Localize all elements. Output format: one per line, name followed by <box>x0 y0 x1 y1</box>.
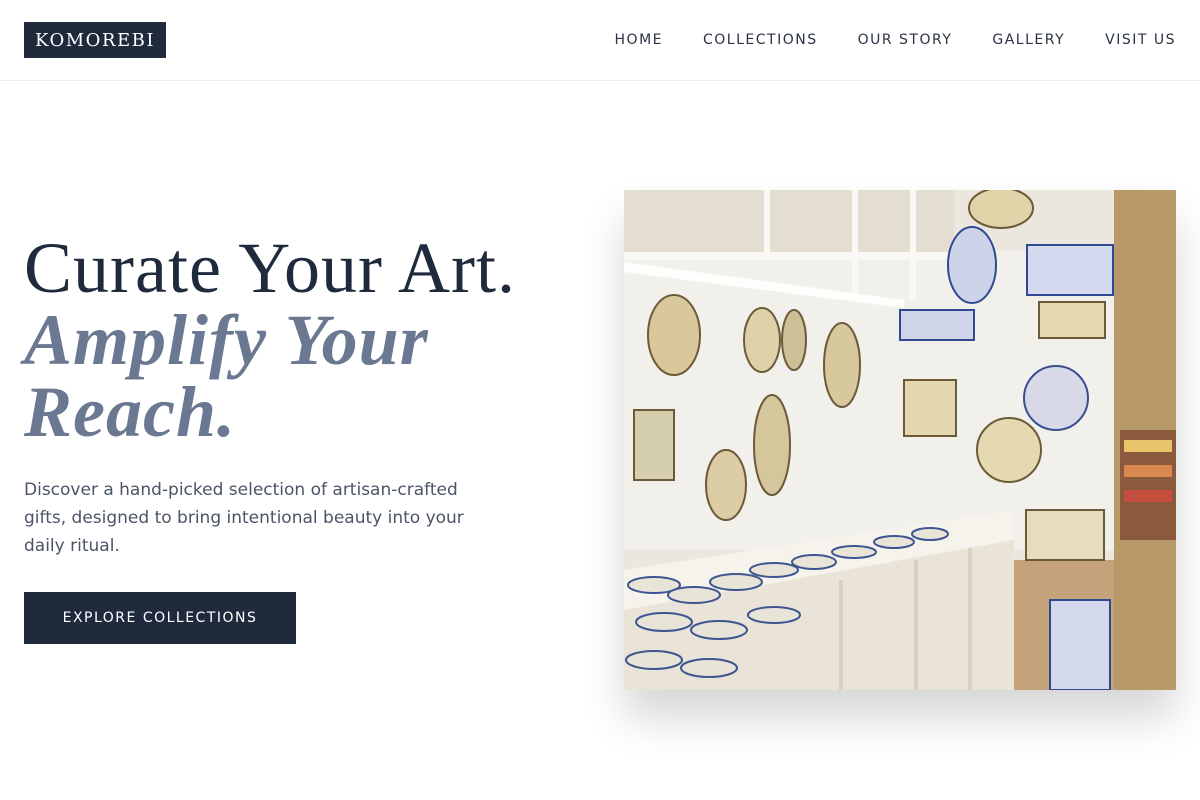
nav-our-story-link[interactable]: OUR STORY <box>858 32 953 48</box>
site-header: KOMOREBI HOME COLLECTIONS OUR STORY GALL… <box>0 0 1200 81</box>
brand-logo[interactable]: KOMOREBI <box>24 22 166 58</box>
hero-image <box>624 190 1176 690</box>
nav-collections-link[interactable]: COLLECTIONS <box>703 32 818 48</box>
nav-visit-us-link[interactable]: VISIT US <box>1105 32 1176 48</box>
hero-title: Curate Your Art. Amplify Your Reach. <box>24 232 604 448</box>
hero-title-line-2: Amplify Your Reach. <box>24 300 429 452</box>
hero-title-line-1: Curate Your Art. <box>24 228 517 308</box>
hero-description: Discover a hand-picked selection of arti… <box>24 480 464 556</box>
main-nav: HOME COLLECTIONS OUR STORY GALLERY VISIT… <box>615 0 1176 80</box>
ceramics-shop-photo <box>624 190 1176 690</box>
explore-collections-button[interactable]: EXPLORE COLLECTIONS <box>24 592 296 644</box>
nav-gallery-link[interactable]: GALLERY <box>992 32 1065 48</box>
nav-home-link[interactable]: HOME <box>615 32 663 48</box>
